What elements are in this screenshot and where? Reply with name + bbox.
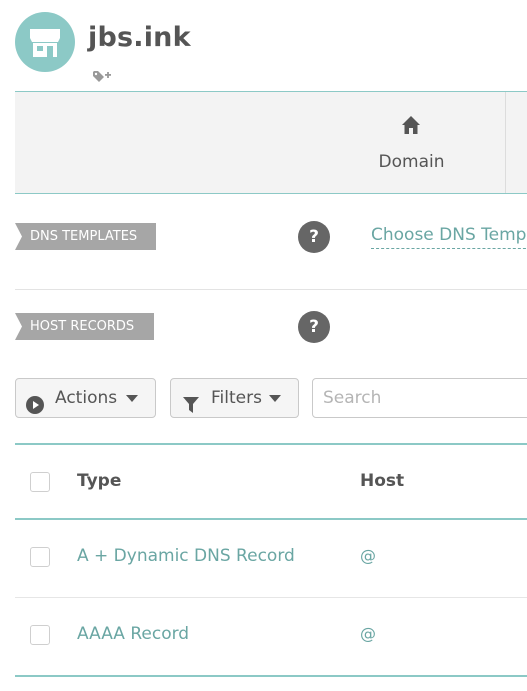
dns-templates-help-icon[interactable]: ?	[298, 221, 330, 253]
host-records-ribbon: HOST RECORDS	[15, 313, 154, 340]
tag-add-icon[interactable]	[92, 68, 112, 82]
dns-templates-ribbon: DNS TEMPLATES	[15, 223, 156, 250]
row-checkbox[interactable]	[30, 625, 50, 645]
actions-label: Actions	[55, 388, 118, 408]
table-header-top-border	[15, 443, 527, 445]
tab-domain-label: Domain	[378, 152, 445, 172]
chevron-down-icon	[269, 395, 281, 402]
filters-label: Filters	[211, 388, 262, 408]
domain-logo	[15, 12, 75, 72]
section-divider	[15, 289, 527, 290]
host-records-help-icon[interactable]: ?	[298, 311, 330, 343]
tab-domain[interactable]: Domain	[318, 92, 506, 193]
chevron-down-icon	[126, 395, 138, 402]
select-all-checkbox[interactable]	[30, 472, 50, 492]
record-host-cell[interactable]: @	[360, 546, 376, 565]
record-type-cell[interactable]: AAAA Record	[77, 624, 189, 644]
record-host-cell[interactable]: @	[360, 624, 376, 643]
domain-tab-bar: Domain	[15, 91, 527, 194]
filters-button[interactable]: Filters	[170, 378, 299, 418]
play-circle-icon	[26, 390, 44, 428]
row-divider	[15, 597, 527, 598]
table-header-bottom-border	[15, 518, 527, 520]
tab-blank[interactable]	[15, 92, 319, 193]
column-header-host: Host	[360, 471, 405, 491]
record-type-cell[interactable]: A + Dynamic DNS Record	[77, 546, 295, 566]
search-input[interactable]	[312, 378, 527, 418]
column-header-type: Type	[77, 471, 122, 491]
row-checkbox[interactable]	[30, 547, 50, 567]
funnel-icon	[182, 390, 200, 428]
actions-button[interactable]: Actions	[15, 378, 156, 418]
storefront-icon	[30, 29, 60, 57]
home-icon	[400, 114, 422, 136]
page-title: jbs.ink	[88, 22, 191, 53]
dns-template-select[interactable]: Choose DNS Templ	[371, 225, 527, 249]
table-bottom-border	[15, 675, 527, 677]
